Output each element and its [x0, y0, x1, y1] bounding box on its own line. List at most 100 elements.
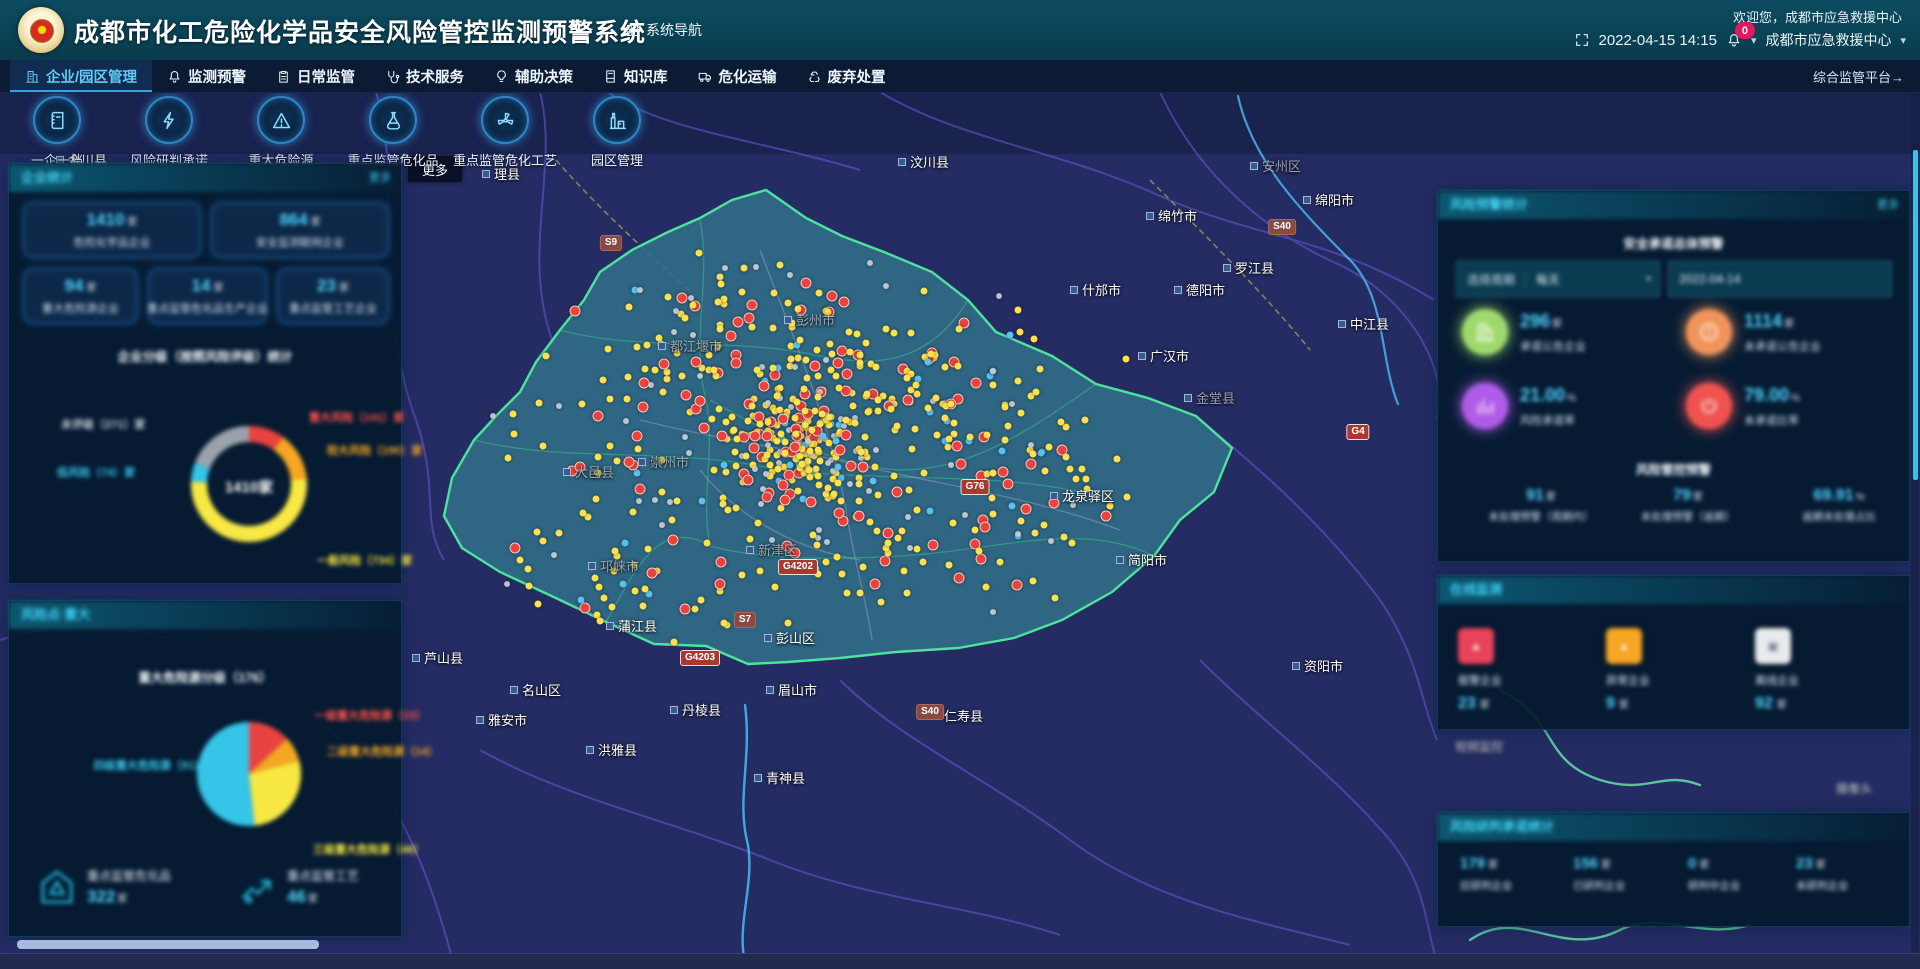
- panel-title: 在线监测: [1450, 576, 1502, 604]
- fullscreen-icon[interactable]: [1574, 32, 1590, 48]
- stat-label: 危险化学品企业: [74, 234, 151, 250]
- stat-value: 69.91: [1814, 487, 1854, 504]
- key-chemicals-stat[interactable]: 重点监管危化品 322家: [37, 867, 171, 907]
- menu-item[interactable]: 日常监管: [261, 60, 370, 92]
- factory-icon: [593, 96, 641, 144]
- system-nav-button[interactable]: 系统导航: [625, 20, 702, 40]
- app-logo: [18, 7, 64, 53]
- donut-label-major: 重大风险（141）家: [309, 409, 404, 425]
- stat-label: 重大危险源企业: [42, 300, 119, 316]
- stat-value: 79: [1673, 487, 1691, 504]
- map-city-label: 雅安市: [476, 710, 527, 729]
- judge-stat: 23家 未研判企业: [1796, 855, 1849, 893]
- menu-item[interactable]: 监测预警: [152, 60, 261, 92]
- platform-link[interactable]: 综合监管平台→: [1813, 67, 1904, 86]
- stat-unit: 家: [1546, 492, 1556, 503]
- map-city-label: 什邡市: [1070, 280, 1121, 299]
- vertical-scrollbar-thumb[interactable]: [1913, 150, 1918, 480]
- horizontal-scrollbar-track[interactable]: [0, 953, 1920, 969]
- map-city-name: 绵阳市: [1315, 190, 1354, 209]
- quick-icon-flask[interactable]: 重点监管危化品: [352, 96, 434, 169]
- quick-icon-factory[interactable]: 园区管理: [576, 96, 658, 169]
- horizontal-scrollbar-thumb[interactable]: [17, 940, 319, 949]
- more-link[interactable]: 更多: [369, 164, 391, 192]
- notification-bell[interactable]: 0: [1726, 32, 1742, 48]
- map-city-label: 绵竹市: [1146, 206, 1197, 225]
- warning-stat: 79.00%未承诺比率: [1686, 383, 1800, 429]
- more-link[interactable]: 更多: [1877, 191, 1899, 219]
- chevron-down-icon[interactable]: ▾: [1900, 34, 1906, 47]
- judgement-panel: 风险研判承诺统计 179家 应研判企业 156家 已研判企业 0家 研判中企业 …: [1437, 812, 1910, 927]
- menu-item-label: 知识库: [624, 66, 668, 87]
- stat-label: 风险承诺率: [1520, 412, 1576, 428]
- road-badge: G4: [1346, 424, 1369, 440]
- quick-icon-archive[interactable]: 一企一档: [16, 96, 98, 169]
- stat-label: 离线企业: [1755, 672, 1885, 688]
- date-input[interactable]: 2022-04-14: [1668, 261, 1892, 297]
- camera-label: 摄像头: [1836, 780, 1872, 797]
- road-badge: S9: [600, 235, 622, 251]
- map-city-label: 邛崃市: [588, 556, 639, 575]
- period-select-label: 选择周期: [1457, 271, 1526, 288]
- menu-item[interactable]: 危化运输: [683, 60, 792, 92]
- risk-warning-panel: 风险预警统计 更多 安全承诺总体预警 选择周期 每天 ▾ 2022-04-14 …: [1437, 190, 1910, 562]
- dashboard-root: 金川县理县汶川县安州区绵阳市绵竹市罗江县什邡市德阳市中江县广汉市金堂县彭州市都江…: [0, 0, 1920, 969]
- enterprise-stat-box[interactable]: 864家安全监测联网企业: [211, 202, 389, 258]
- enterprise-stat-box[interactable]: 1410家危险化学品企业: [23, 202, 201, 258]
- map-city-name: 龙泉驿区: [1062, 486, 1114, 505]
- map-city-name: 资阳市: [1304, 656, 1343, 675]
- stat-label: 研判中企业: [1688, 878, 1741, 893]
- map-city-label: 彭州市: [784, 310, 835, 329]
- bell-icon: [167, 69, 182, 84]
- period-select-value: 每天: [1526, 271, 1646, 288]
- map-city-name: 芦山县: [424, 648, 463, 667]
- stat-unit: 家: [1488, 860, 1498, 871]
- map-city-name: 丹棱县: [682, 700, 721, 719]
- enterprise-stat-box[interactable]: 94家重大危险源企业: [23, 268, 138, 324]
- quick-icon-warning[interactable]: 重大危险源: [240, 96, 322, 169]
- map-city-label: 简阳市: [1116, 550, 1167, 569]
- map-city-label: 眉山市: [766, 680, 817, 699]
- map-city-label: 大邑县: [563, 462, 614, 481]
- stat-value: 91: [1526, 487, 1544, 504]
- main-nav: 企业/园区管理监测预警日常监管技术服务辅助决策 知识库危化运输废弃处置 综合监管平…: [0, 60, 1920, 93]
- monitoring-stat: ▲异常企业9家: [1606, 628, 1736, 713]
- map-city-label: 罗江县: [1223, 258, 1274, 277]
- quick-icon-row: 一企一档风险研判承诺重大危险源重点监管危化品重点监管危化工艺园区管理: [0, 96, 658, 169]
- overdue-alert-stat: 79家 未处理预警（逾期）: [1641, 487, 1736, 524]
- stat-unit: 家: [1601, 860, 1611, 871]
- system-nav-label: 系统导航: [646, 20, 702, 40]
- bulb-icon: [494, 69, 509, 84]
- enterprise-stat-box[interactable]: 23家重点监管工艺企业: [277, 268, 389, 324]
- enterprise-stat-box[interactable]: 14家重点监管危化品生产企业: [148, 268, 267, 324]
- stat-unit: %: [1856, 492, 1865, 503]
- menu-item[interactable]: 辅助决策: [479, 60, 588, 92]
- map-city-label: 中江县: [1338, 314, 1389, 333]
- menu-item[interactable]: 废弃处置: [792, 60, 901, 92]
- stat-label: 重点监管工艺: [287, 867, 359, 884]
- pie-segment-四级重大危险源[interactable]: [197, 722, 255, 826]
- map-city-name: 雅安市: [488, 710, 527, 729]
- quick-icon-flash[interactable]: 风险研判承诺: [128, 96, 210, 169]
- menu-item[interactable]: 技术服务: [370, 60, 479, 92]
- org-dropdown[interactable]: 成都市应急救援中心: [1765, 30, 1891, 50]
- menu-item[interactable]: 知识库: [588, 60, 683, 92]
- key-process-stat[interactable]: 重点监管工艺 46家: [237, 867, 359, 907]
- map-city-name: 眉山市: [778, 680, 817, 699]
- stat-value: 94家: [65, 276, 97, 298]
- stat-value: 1114家: [1744, 311, 1821, 335]
- stat-label: 重点监管工艺企业: [289, 300, 377, 316]
- road-badge: G4202: [778, 559, 818, 575]
- map-city-label: 洪雅县: [586, 740, 637, 759]
- stat-value: 179: [1460, 855, 1485, 872]
- service-icon: [385, 69, 400, 84]
- stat-value: 9家: [1606, 695, 1736, 713]
- monitoring-stat: ▣离线企业92家: [1755, 628, 1885, 713]
- map-city-label: 绵阳市: [1303, 190, 1354, 209]
- stat-unit: 家: [117, 894, 127, 905]
- quick-icon-radiation[interactable]: 重点监管危化工艺: [464, 96, 546, 169]
- period-select[interactable]: 选择周期 每天 ▾: [1456, 261, 1660, 297]
- menu-item[interactable]: 企业/园区管理: [10, 60, 152, 92]
- stat-value: 0: [1688, 855, 1696, 872]
- clipboard-icon: [276, 69, 291, 84]
